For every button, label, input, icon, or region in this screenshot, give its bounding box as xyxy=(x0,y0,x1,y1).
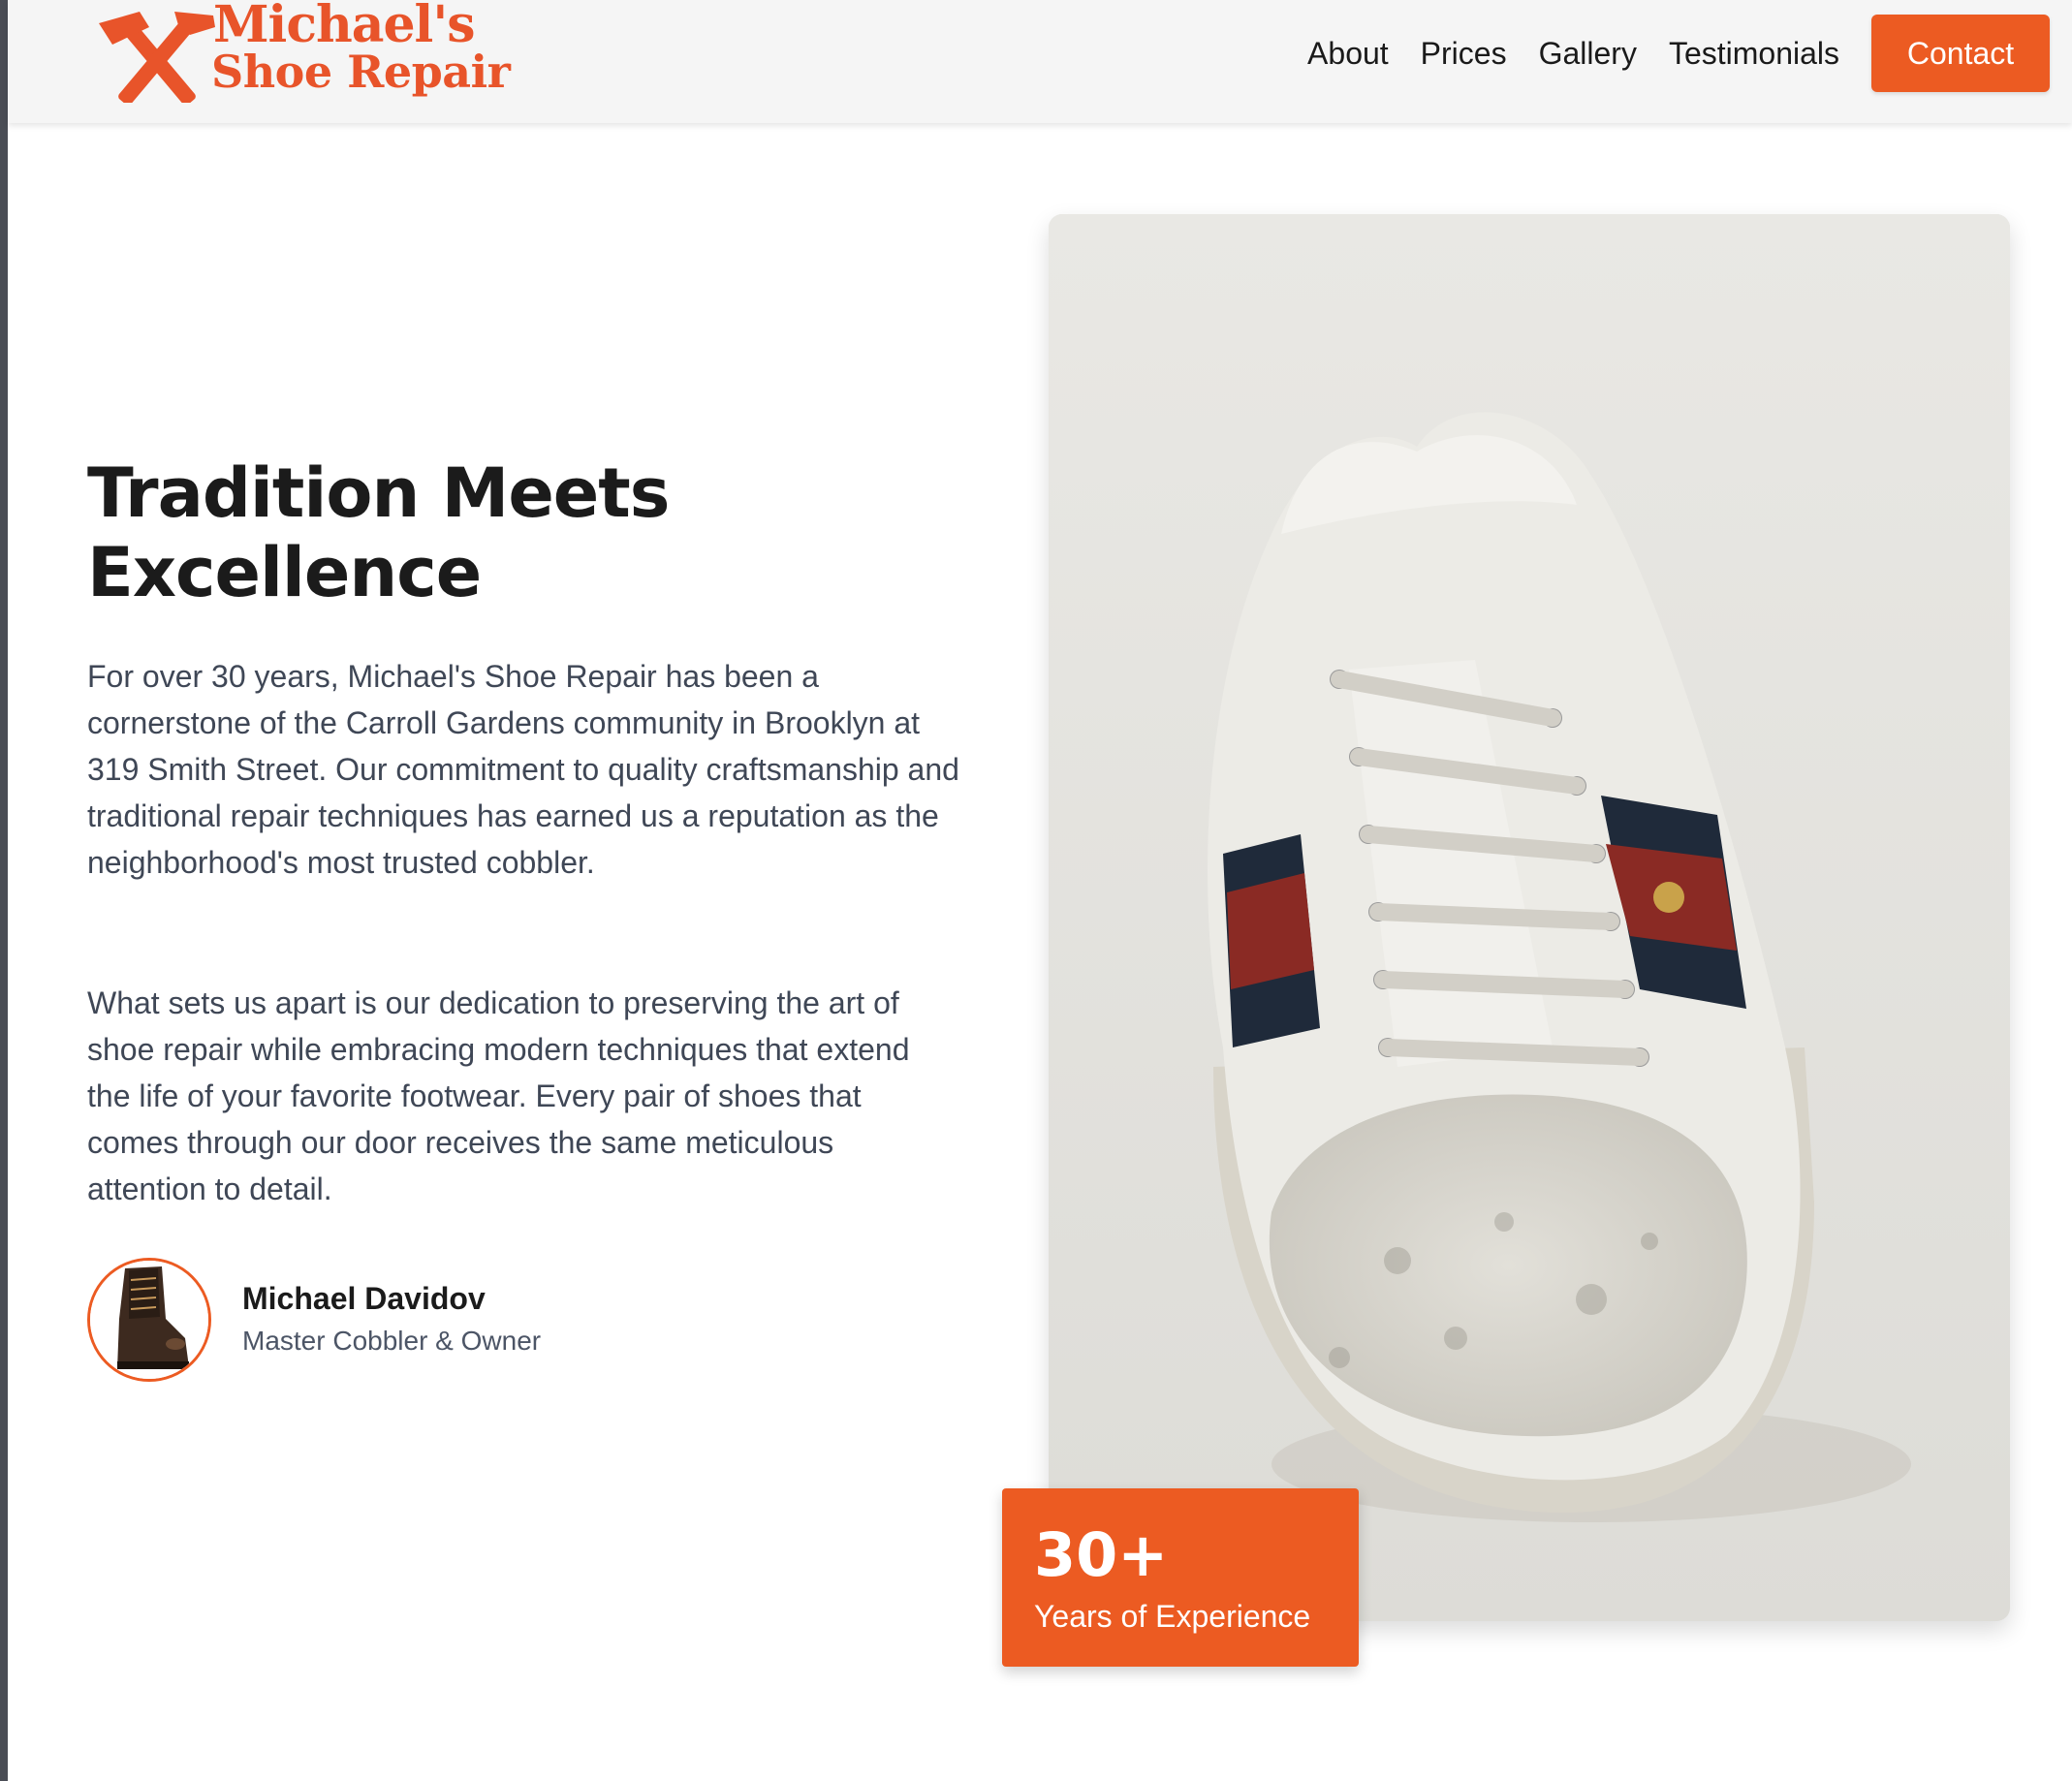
headline-line2: Excellence xyxy=(87,533,482,612)
brand-wordmark: Michael's Shoe Repair xyxy=(211,0,511,98)
contact-button[interactable]: Contact xyxy=(1871,15,2050,92)
experience-number: 30+ xyxy=(1034,1519,1169,1590)
headline-line1: Tradition Meets xyxy=(87,453,670,533)
nav-prices-link[interactable]: Prices xyxy=(1421,36,1507,72)
about-paragraph-1: For over 30 years, Michael's Shoe Repair… xyxy=(87,659,959,880)
owner-role: Master Cobbler & Owner xyxy=(242,1326,542,1356)
section-headline: Tradition Meets Excellence xyxy=(87,453,766,612)
experience-label: Years of Experience xyxy=(1034,1599,1311,1634)
leather-boot-photo xyxy=(90,1261,208,1379)
nav-about-link[interactable]: About xyxy=(1307,36,1389,72)
crossed-hammers-icon xyxy=(99,12,215,103)
about-paragraph-2: What sets us apart is our dedication to … xyxy=(87,985,910,1206)
site-header: Michael's Shoe Repair About Prices Galle… xyxy=(8,0,2072,123)
avatar xyxy=(87,1258,211,1382)
sneaker-photo xyxy=(1049,214,2010,1621)
owner-details: Michael Davidov Master Cobbler & Owner xyxy=(242,1277,541,1362)
brand-logo[interactable]: Michael's Shoe Repair xyxy=(89,0,525,110)
brand-name-line1: Michael's xyxy=(213,0,476,54)
nav-testimonials-link[interactable]: Testimonials xyxy=(1669,36,1839,72)
owner-name: Michael Davidov xyxy=(242,1281,486,1316)
window-edge xyxy=(0,0,8,1781)
worn-white-sneaker-photo xyxy=(1049,214,2010,1621)
experience-badge: 30+ Years of Experience xyxy=(1002,1488,1359,1667)
nav-gallery-link[interactable]: Gallery xyxy=(1539,36,1637,72)
main-nav: About Prices Gallery Testimonials Contac… xyxy=(1307,0,2072,107)
owner-card: Michael Davidov Master Cobbler & Owner xyxy=(87,1258,541,1382)
brand-name-line2: Shoe Repair xyxy=(211,46,511,98)
